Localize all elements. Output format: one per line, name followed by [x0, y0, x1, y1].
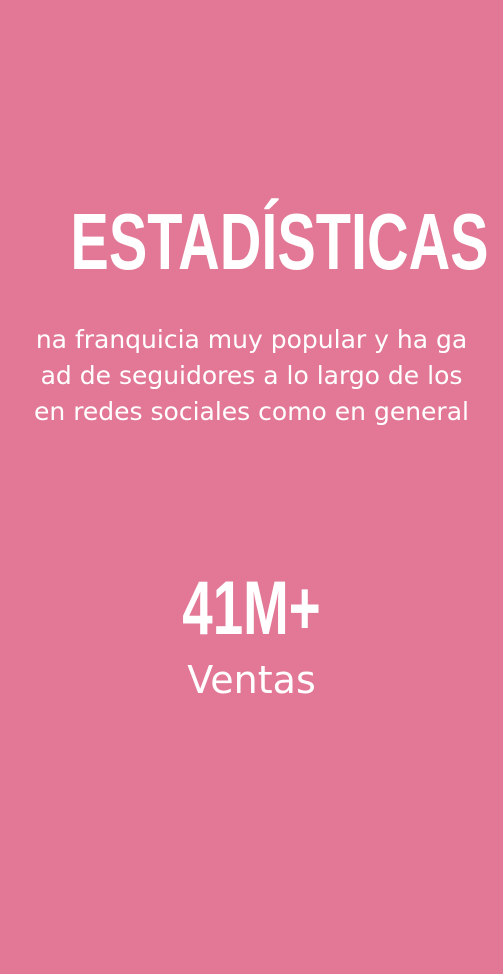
description-line-3: en redes sociales como en general [34, 397, 469, 426]
sales-stat-value: 41M+ [182, 566, 321, 651]
statistics-section: ESTADÍSTICAS na franquicia muy popular y… [0, 0, 503, 974]
sales-stat: 41M+ Ventas [0, 566, 503, 703]
section-title: ESTADÍSTICAS [70, 197, 489, 286]
description-line-1: na franquicia muy popular y ha ga [35, 325, 468, 354]
description-line-2: ad de seguidores a lo largo de los [40, 361, 463, 390]
sales-stat-label: Ventas [187, 658, 316, 702]
section-description: na franquicia muy popular y ha ga ad de … [0, 322, 503, 430]
